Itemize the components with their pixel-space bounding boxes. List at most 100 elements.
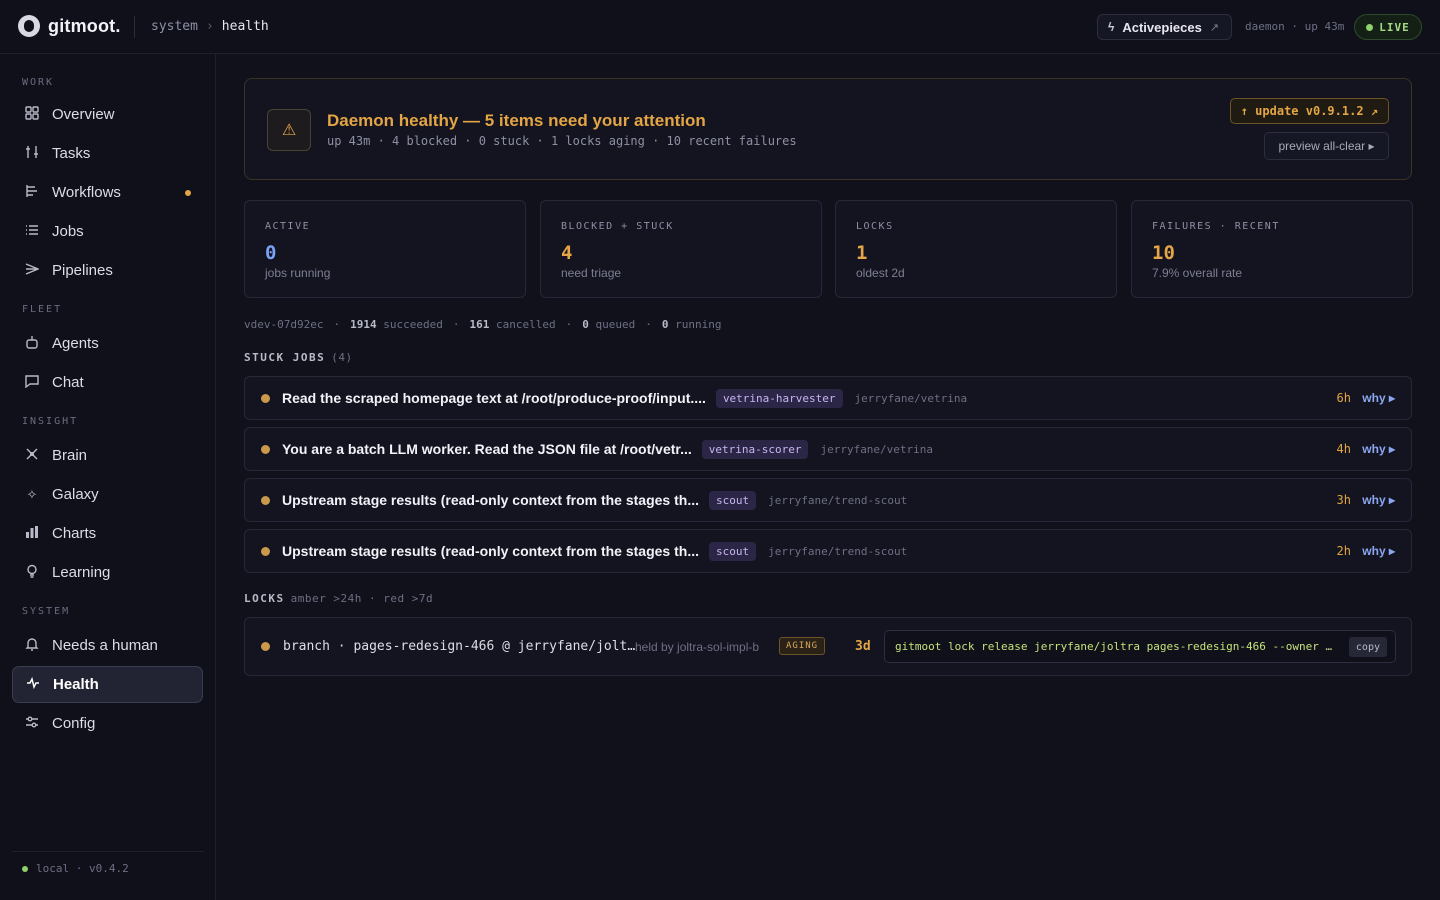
status-dot-icon bbox=[261, 547, 270, 556]
sidebar-item-overview[interactable]: Overview bbox=[12, 96, 203, 133]
breadcrumb-system[interactable]: system bbox=[151, 19, 198, 34]
sidebar-item-learning[interactable]: Learning bbox=[12, 554, 203, 591]
stat-card-active: ACTIVE 0 jobs running bbox=[244, 200, 526, 298]
stat-card-blocked: BLOCKED + STUCK 4 need triage bbox=[540, 200, 822, 298]
list-icon bbox=[24, 223, 40, 240]
health-banner: ⚠ Daemon healthy — 5 items need your att… bbox=[244, 78, 1412, 180]
lock-name: branch · pages-redesign-466 @ jerryfane/… bbox=[283, 639, 636, 654]
live-label: LIVE bbox=[1379, 20, 1410, 34]
sidebar-item-needs-a-human[interactable]: Needs a human bbox=[12, 627, 203, 664]
count-value: 0 bbox=[661, 318, 669, 331]
job-tag: vetrina-scorer bbox=[701, 439, 809, 459]
job-repo: jerryfane/vetrina bbox=[820, 442, 934, 456]
separator: · bbox=[645, 318, 652, 331]
lightbulb-icon bbox=[24, 564, 40, 581]
why-link[interactable]: why ▸ bbox=[1362, 391, 1395, 405]
succeeded-count: 1914 succeeded bbox=[350, 318, 443, 331]
external-link-icon: ↗ bbox=[1209, 21, 1220, 34]
live-dot-icon bbox=[1366, 23, 1374, 31]
sidebar-item-label: Pipelines bbox=[52, 262, 113, 279]
job-age: 6h bbox=[1336, 391, 1351, 405]
job-tag: scout bbox=[709, 541, 757, 561]
sliders-icon bbox=[24, 145, 40, 162]
sidebar-item-brain[interactable]: Brain bbox=[12, 437, 203, 474]
lock-age: 3d bbox=[855, 639, 871, 654]
why-link[interactable]: why ▸ bbox=[1362, 544, 1395, 558]
sidebar-item-config[interactable]: Config bbox=[12, 705, 203, 742]
section-label-fleet: FLEET bbox=[22, 304, 63, 315]
banner-subtitle: up 43m · 4 blocked · 0 stuck · 1 locks a… bbox=[327, 134, 797, 148]
notification-dot bbox=[185, 190, 191, 196]
sidebar-item-galaxy[interactable]: ✧ Galaxy bbox=[12, 476, 203, 513]
top-bar: gitmoot. system › health ϟ Activepieces … bbox=[0, 0, 1440, 54]
config-icon bbox=[24, 715, 40, 732]
stat-card-failures: FAILURES · RECENT 10 7.9% overall rate bbox=[1131, 200, 1413, 298]
section-label-work: WORK bbox=[22, 77, 55, 88]
version-label: local · v0.4.2 bbox=[36, 862, 129, 875]
sidebar-item-health[interactable]: Health bbox=[12, 666, 203, 703]
sidebar-item-agents[interactable]: Agents bbox=[12, 325, 203, 362]
sidebar-item-chat[interactable]: Chat bbox=[12, 364, 203, 401]
queued-count: 0 queued bbox=[582, 318, 635, 331]
activepieces-button[interactable]: ϟ Activepieces ↗ bbox=[1097, 14, 1232, 40]
sidebar-item-label: Charts bbox=[52, 525, 97, 542]
stat-label: LOCKS bbox=[856, 221, 894, 232]
section-label-system: SYSTEM bbox=[22, 606, 71, 617]
status-dot-icon bbox=[261, 496, 270, 505]
logo-text: gitmoot. bbox=[48, 15, 121, 36]
stuck-jobs-heading: STUCK JOBS (4) bbox=[244, 351, 353, 364]
grid-icon bbox=[24, 106, 40, 123]
job-age: 3h bbox=[1336, 493, 1351, 507]
logo[interactable]: gitmoot. bbox=[18, 15, 121, 37]
stat-value: 4 bbox=[561, 242, 573, 264]
chat-icon bbox=[24, 374, 40, 391]
why-link[interactable]: why ▸ bbox=[1362, 493, 1395, 507]
breadcrumb-health: health bbox=[221, 19, 269, 34]
preview-all-clear-button[interactable]: preview all-clear ▸ bbox=[1264, 132, 1389, 160]
stat-note: need triage bbox=[561, 266, 622, 280]
separator: · bbox=[452, 318, 460, 331]
count-value: 1914 bbox=[350, 318, 377, 331]
bell-icon bbox=[24, 637, 40, 654]
running-count: 0 running bbox=[662, 318, 722, 331]
activepieces-label: Activepieces bbox=[1122, 19, 1202, 35]
copy-button[interactable]: copy bbox=[1348, 637, 1387, 657]
job-title: Read the scraped homepage text at /root/… bbox=[282, 390, 706, 406]
locks-legend: amber >24h · red >7d bbox=[290, 592, 434, 605]
count-value: 0 bbox=[582, 318, 589, 331]
job-title: Upstream stage results (read-only contex… bbox=[282, 492, 699, 508]
sidebar-item-label: Health bbox=[53, 676, 99, 693]
sidebar-item-jobs[interactable]: Jobs bbox=[12, 213, 203, 250]
stat-value: 1 bbox=[856, 242, 868, 264]
why-link[interactable]: why ▸ bbox=[1362, 442, 1395, 456]
stuck-job-row[interactable]: Upstream stage results (read-only contex… bbox=[244, 529, 1412, 573]
sidebar-divider bbox=[12, 851, 204, 852]
breadcrumb-divider bbox=[134, 16, 135, 38]
stuck-job-row[interactable]: You are a batch LLM worker. Read the JSO… bbox=[244, 427, 1412, 471]
network-icon bbox=[24, 447, 40, 464]
sidebar-item-tasks[interactable]: Tasks bbox=[12, 135, 203, 172]
job-counts: vdev-07d92ec · 1914 succeeded · 161 canc… bbox=[244, 318, 721, 331]
robot-icon bbox=[24, 335, 40, 352]
daemon-status: daemon · up 43m bbox=[1245, 20, 1345, 33]
stat-value: 0 bbox=[265, 242, 277, 264]
sidebar-item-label: Tasks bbox=[52, 145, 91, 162]
workflow-icon bbox=[24, 184, 40, 201]
sidebar-item-pipelines[interactable]: Pipelines bbox=[12, 252, 203, 289]
sidebar-item-workflows[interactable]: Workflows bbox=[12, 174, 203, 211]
count-value: 161 bbox=[469, 318, 490, 331]
update-button[interactable]: ↑ update v0.9.1.2 ↗ bbox=[1229, 98, 1389, 124]
job-title: Upstream stage results (read-only contex… bbox=[282, 543, 699, 559]
job-title: You are a batch LLM worker. Read the JSO… bbox=[282, 441, 692, 457]
stat-note: 7.9% overall rate bbox=[1152, 266, 1243, 280]
status-dot-icon bbox=[261, 394, 270, 403]
sidebar-item-label: Config bbox=[52, 715, 96, 732]
sidebar-item-label: Needs a human bbox=[52, 637, 158, 654]
release-command[interactable]: gitmoot lock release jerryfane/joltra pa… bbox=[895, 640, 1335, 653]
stuck-job-row[interactable]: Upstream stage results (read-only contex… bbox=[244, 478, 1412, 522]
stuck-job-row[interactable]: Read the scraped homepage text at /root/… bbox=[244, 376, 1412, 420]
sidebar-item-charts[interactable]: Charts bbox=[12, 515, 203, 552]
sidebar-item-label: Agents bbox=[52, 335, 99, 352]
sidebar-item-label: Workflows bbox=[52, 184, 121, 201]
bar-chart-icon bbox=[24, 525, 40, 542]
